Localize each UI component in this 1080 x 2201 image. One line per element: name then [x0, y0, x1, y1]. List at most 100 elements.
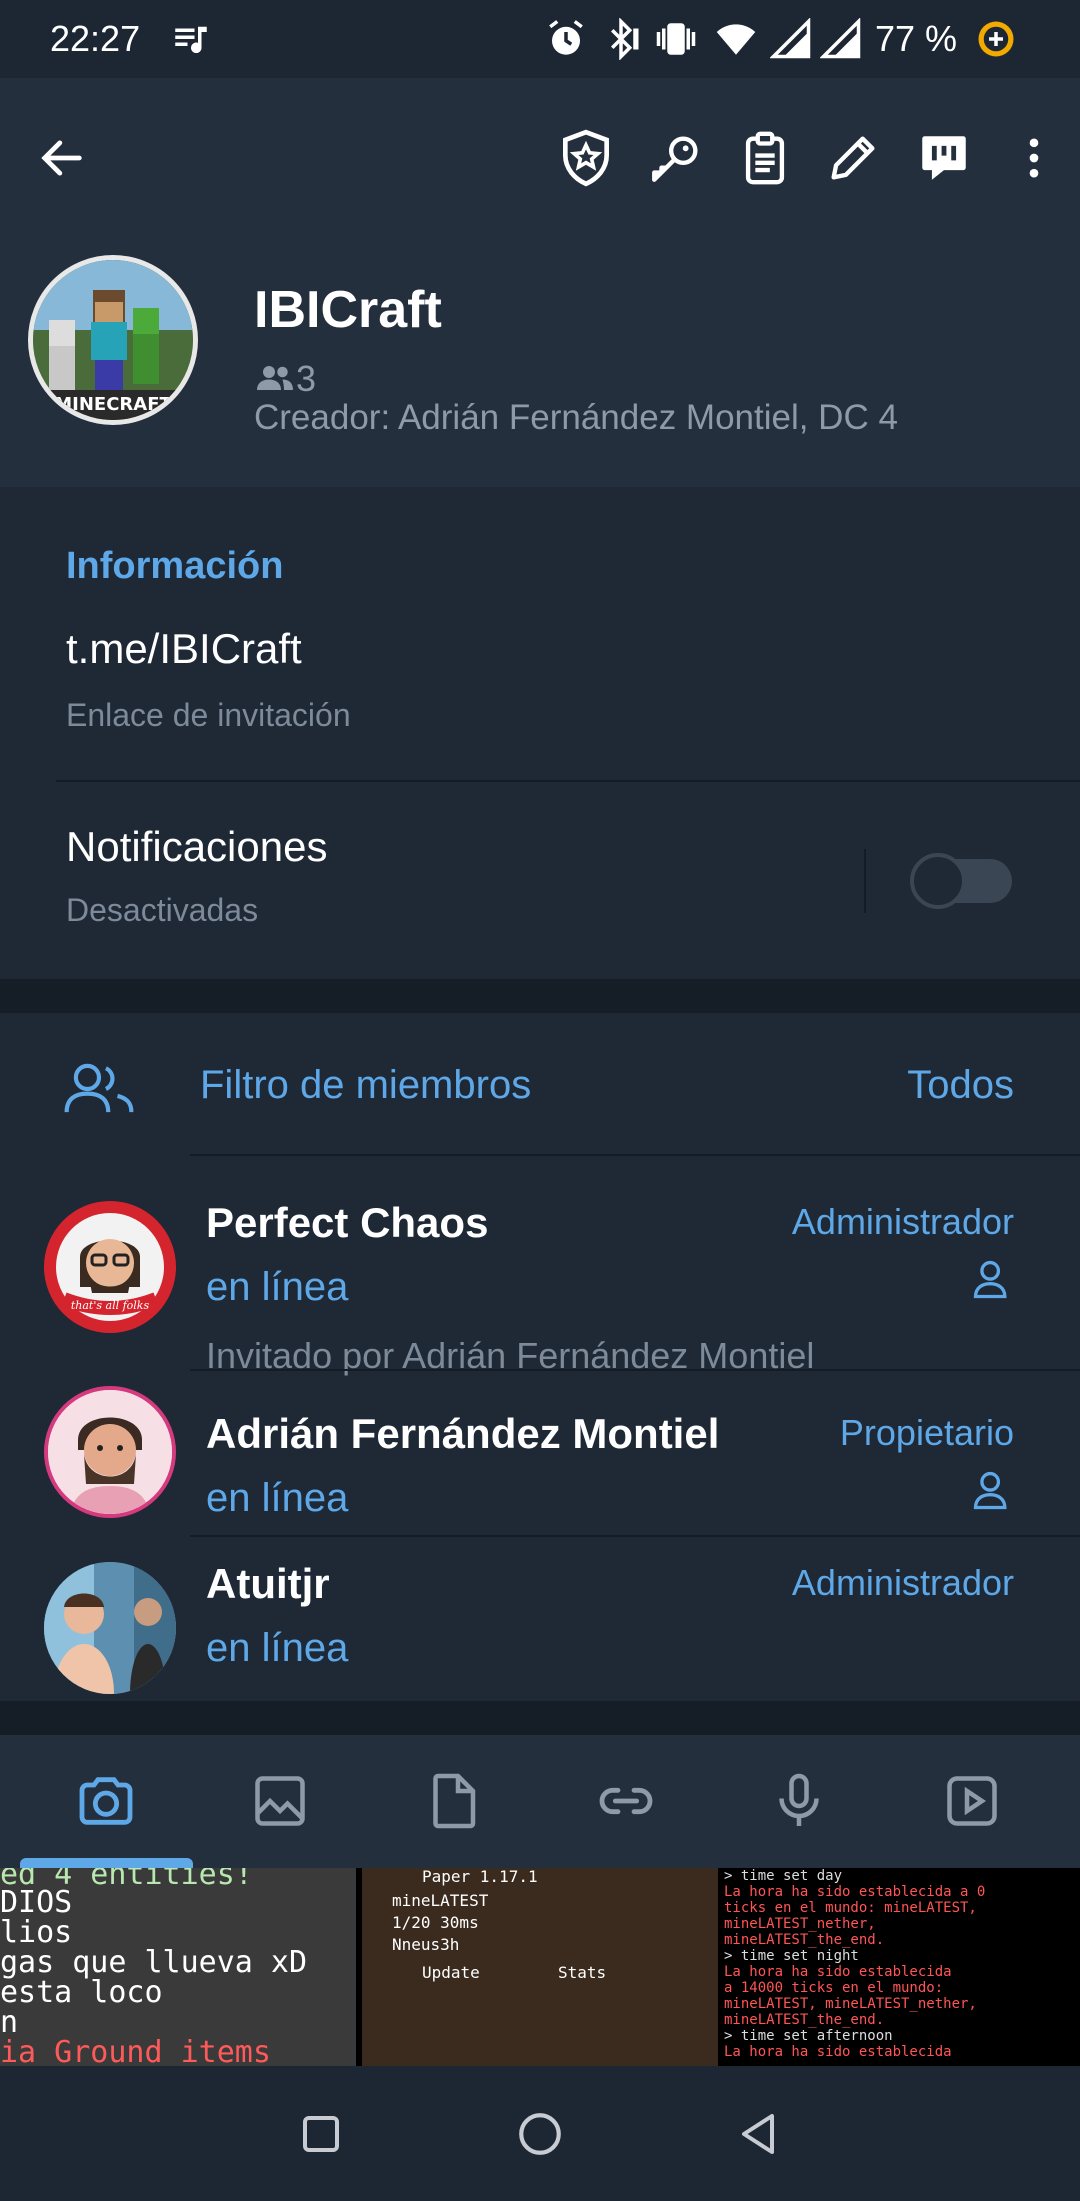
thumb-line: Stats: [558, 1963, 607, 1982]
thumb-line: n: [0, 2005, 19, 2040]
admin-badge-icon[interactable]: [550, 122, 622, 194]
group-avatar-logo-text: MINECRAFT: [54, 394, 172, 415]
link-icon[interactable]: [590, 1765, 662, 1837]
thumb-line: La hora ha sido establecida a 0: [724, 1884, 986, 1900]
group-profile-header: MINECRAFT IBICraft 3 Creador: Adrián Fer…: [0, 240, 1080, 487]
signal-icon: [770, 18, 811, 59]
thumb-line: > time set afternoon: [724, 2028, 893, 2044]
thumb-line: mineLATEST: [392, 1891, 489, 1910]
key-icon[interactable]: [640, 122, 712, 194]
vibrate-icon: [656, 23, 696, 55]
top-app-bar: [0, 78, 1080, 240]
member-filter-label[interactable]: Filtro de miembros: [200, 1063, 531, 1108]
media-thumbnail[interactable]: > time set day La hora ha sido estableci…: [724, 1868, 1080, 2066]
thumb-line: DIOS: [0, 1885, 73, 1920]
notifications-label[interactable]: Notificaciones: [66, 823, 327, 871]
thumb-line: La hora ha sido establecida: [724, 2044, 952, 2060]
thumb-line: La hora ha sido establecida: [724, 1964, 952, 1980]
member-avatar-caption: that's all folks: [71, 1299, 150, 1312]
wifi-icon: [716, 24, 756, 55]
battery-percent: 77 %: [875, 18, 958, 59]
music-note-icon: [175, 26, 207, 54]
thumb-line: lios: [0, 1915, 73, 1950]
member-name: Perfect Chaos: [206, 1199, 489, 1246]
invite-link-label: Enlace de invitación: [66, 697, 351, 733]
media-thumbnail[interactable]: ed 4 entities! DIOS lios gas que llueva …: [0, 1868, 356, 2066]
member-filter-value[interactable]: Todos: [907, 1063, 1014, 1108]
more-vertical-icon[interactable]: [998, 122, 1070, 194]
status-time: 22:27: [50, 18, 141, 59]
member-name: Atuitjr: [206, 1560, 330, 1607]
thumb-line: > time set night: [724, 1948, 859, 1964]
poll-icon[interactable]: [908, 122, 980, 194]
member-filter-icon: [64, 1063, 134, 1113]
thumb-line: mineLATEST_nether,: [724, 1916, 876, 1932]
member-status: en línea: [206, 1476, 349, 1520]
alarm-icon: [549, 20, 583, 55]
image-icon[interactable]: [244, 1765, 316, 1837]
thumb-line: ticks en el mundo: mineLATEST,: [724, 1900, 977, 1916]
member-role: Propietario: [839, 1412, 1014, 1453]
section-title-info: Información: [66, 545, 284, 587]
member-row[interactable]: Atuitjr en línea Administrador: [0, 1536, 1080, 1701]
thumb-line: esta loco: [0, 1975, 163, 2010]
invite-link[interactable]: t.me/IBICraft: [66, 625, 302, 673]
thumb-line: mineLATEST, mineLATEST_nether,: [724, 1996, 977, 2012]
battery-saver-icon: [978, 21, 1014, 57]
shared-media-tabs: [0, 1735, 1080, 1868]
thumb-line: a 14000 ticks en el mundo:: [724, 1980, 944, 1996]
thumb-line: ia Ground items will be: [0, 2035, 271, 2067]
members-icon: [257, 366, 293, 390]
member-avatar: that's all folks: [44, 1201, 176, 1333]
admin-user-icon: [973, 1260, 1007, 1299]
member-name: Adrián Fernández Montiel: [206, 1410, 720, 1457]
clipboard-icon[interactable]: [729, 122, 801, 194]
recents-square-icon[interactable]: [291, 2104, 351, 2164]
vertical-divider: [864, 849, 866, 913]
back-triangle-icon[interactable]: [730, 2104, 790, 2164]
group-avatar[interactable]: MINECRAFT: [28, 255, 198, 425]
system-nav-bar: [0, 2066, 1080, 2201]
member-role: Administrador: [791, 1201, 1014, 1242]
members-section: Filtro de miembros Todos that's all folk…: [0, 1013, 1080, 1701]
media-grid: ed 4 entities! DIOS lios gas que llueva …: [0, 1868, 1080, 2066]
member-avatar: [44, 1562, 176, 1694]
thumb-line: 1/20 30ms: [392, 1913, 479, 1932]
thumb-line: Paper 1.17.1: [422, 1868, 538, 1886]
status-bar: 22:27 77 %: [0, 0, 1080, 78]
member-status: en línea: [206, 1626, 349, 1670]
media-thumbnail[interactable]: Paper 1.17.1 mineLATEST 1/20 30ms Nneus3…: [362, 1868, 718, 2066]
microphone-icon[interactable]: [763, 1765, 835, 1837]
member-avatar: [44, 1386, 176, 1518]
pencil-icon[interactable]: [817, 122, 889, 194]
info-section: Información t.me/IBICraft Enlace de invi…: [0, 487, 1080, 979]
thumb-line: Update: [422, 1963, 480, 1982]
selected-tab-indicator: [20, 1858, 193, 1868]
section-gap: [0, 979, 1080, 1013]
signal-icon: [820, 18, 861, 59]
admin-user-icon: [973, 1471, 1007, 1510]
back-arrow-icon[interactable]: [26, 122, 98, 194]
notifications-status: Desactivadas: [66, 892, 259, 928]
thumb-line: mineLATEST_the_end.: [724, 2012, 885, 2028]
section-gap: [0, 1701, 1080, 1735]
members-count: 3: [296, 358, 317, 399]
member-row[interactable]: that's all folks Perfect Chaos en línea …: [0, 1155, 1080, 1383]
creator-info: Creador: Adrián Fernández Montiel, DC 4: [254, 398, 898, 437]
toggle-knob: [910, 853, 966, 909]
home-circle-icon[interactable]: [510, 2104, 570, 2164]
member-role: Administrador: [791, 1562, 1014, 1603]
video-icon[interactable]: [936, 1765, 1008, 1837]
thumb-line: Nneus3h: [392, 1935, 460, 1954]
camera-icon[interactable]: [70, 1765, 142, 1837]
file-icon[interactable]: [417, 1765, 489, 1837]
thumb-line: gas que llueva xD: [0, 1945, 308, 1980]
divider: [56, 780, 1080, 782]
member-status: en línea: [206, 1265, 349, 1309]
thumb-line: > time set day: [724, 1868, 843, 1884]
group-name: IBICraft: [254, 281, 442, 339]
bluetooth-icon: [611, 18, 639, 60]
notifications-toggle[interactable]: [910, 853, 1012, 909]
member-row[interactable]: Adrián Fernández Montiel en línea Propie…: [0, 1370, 1080, 1536]
thumb-line: mineLATEST_the_end.: [724, 1932, 885, 1948]
